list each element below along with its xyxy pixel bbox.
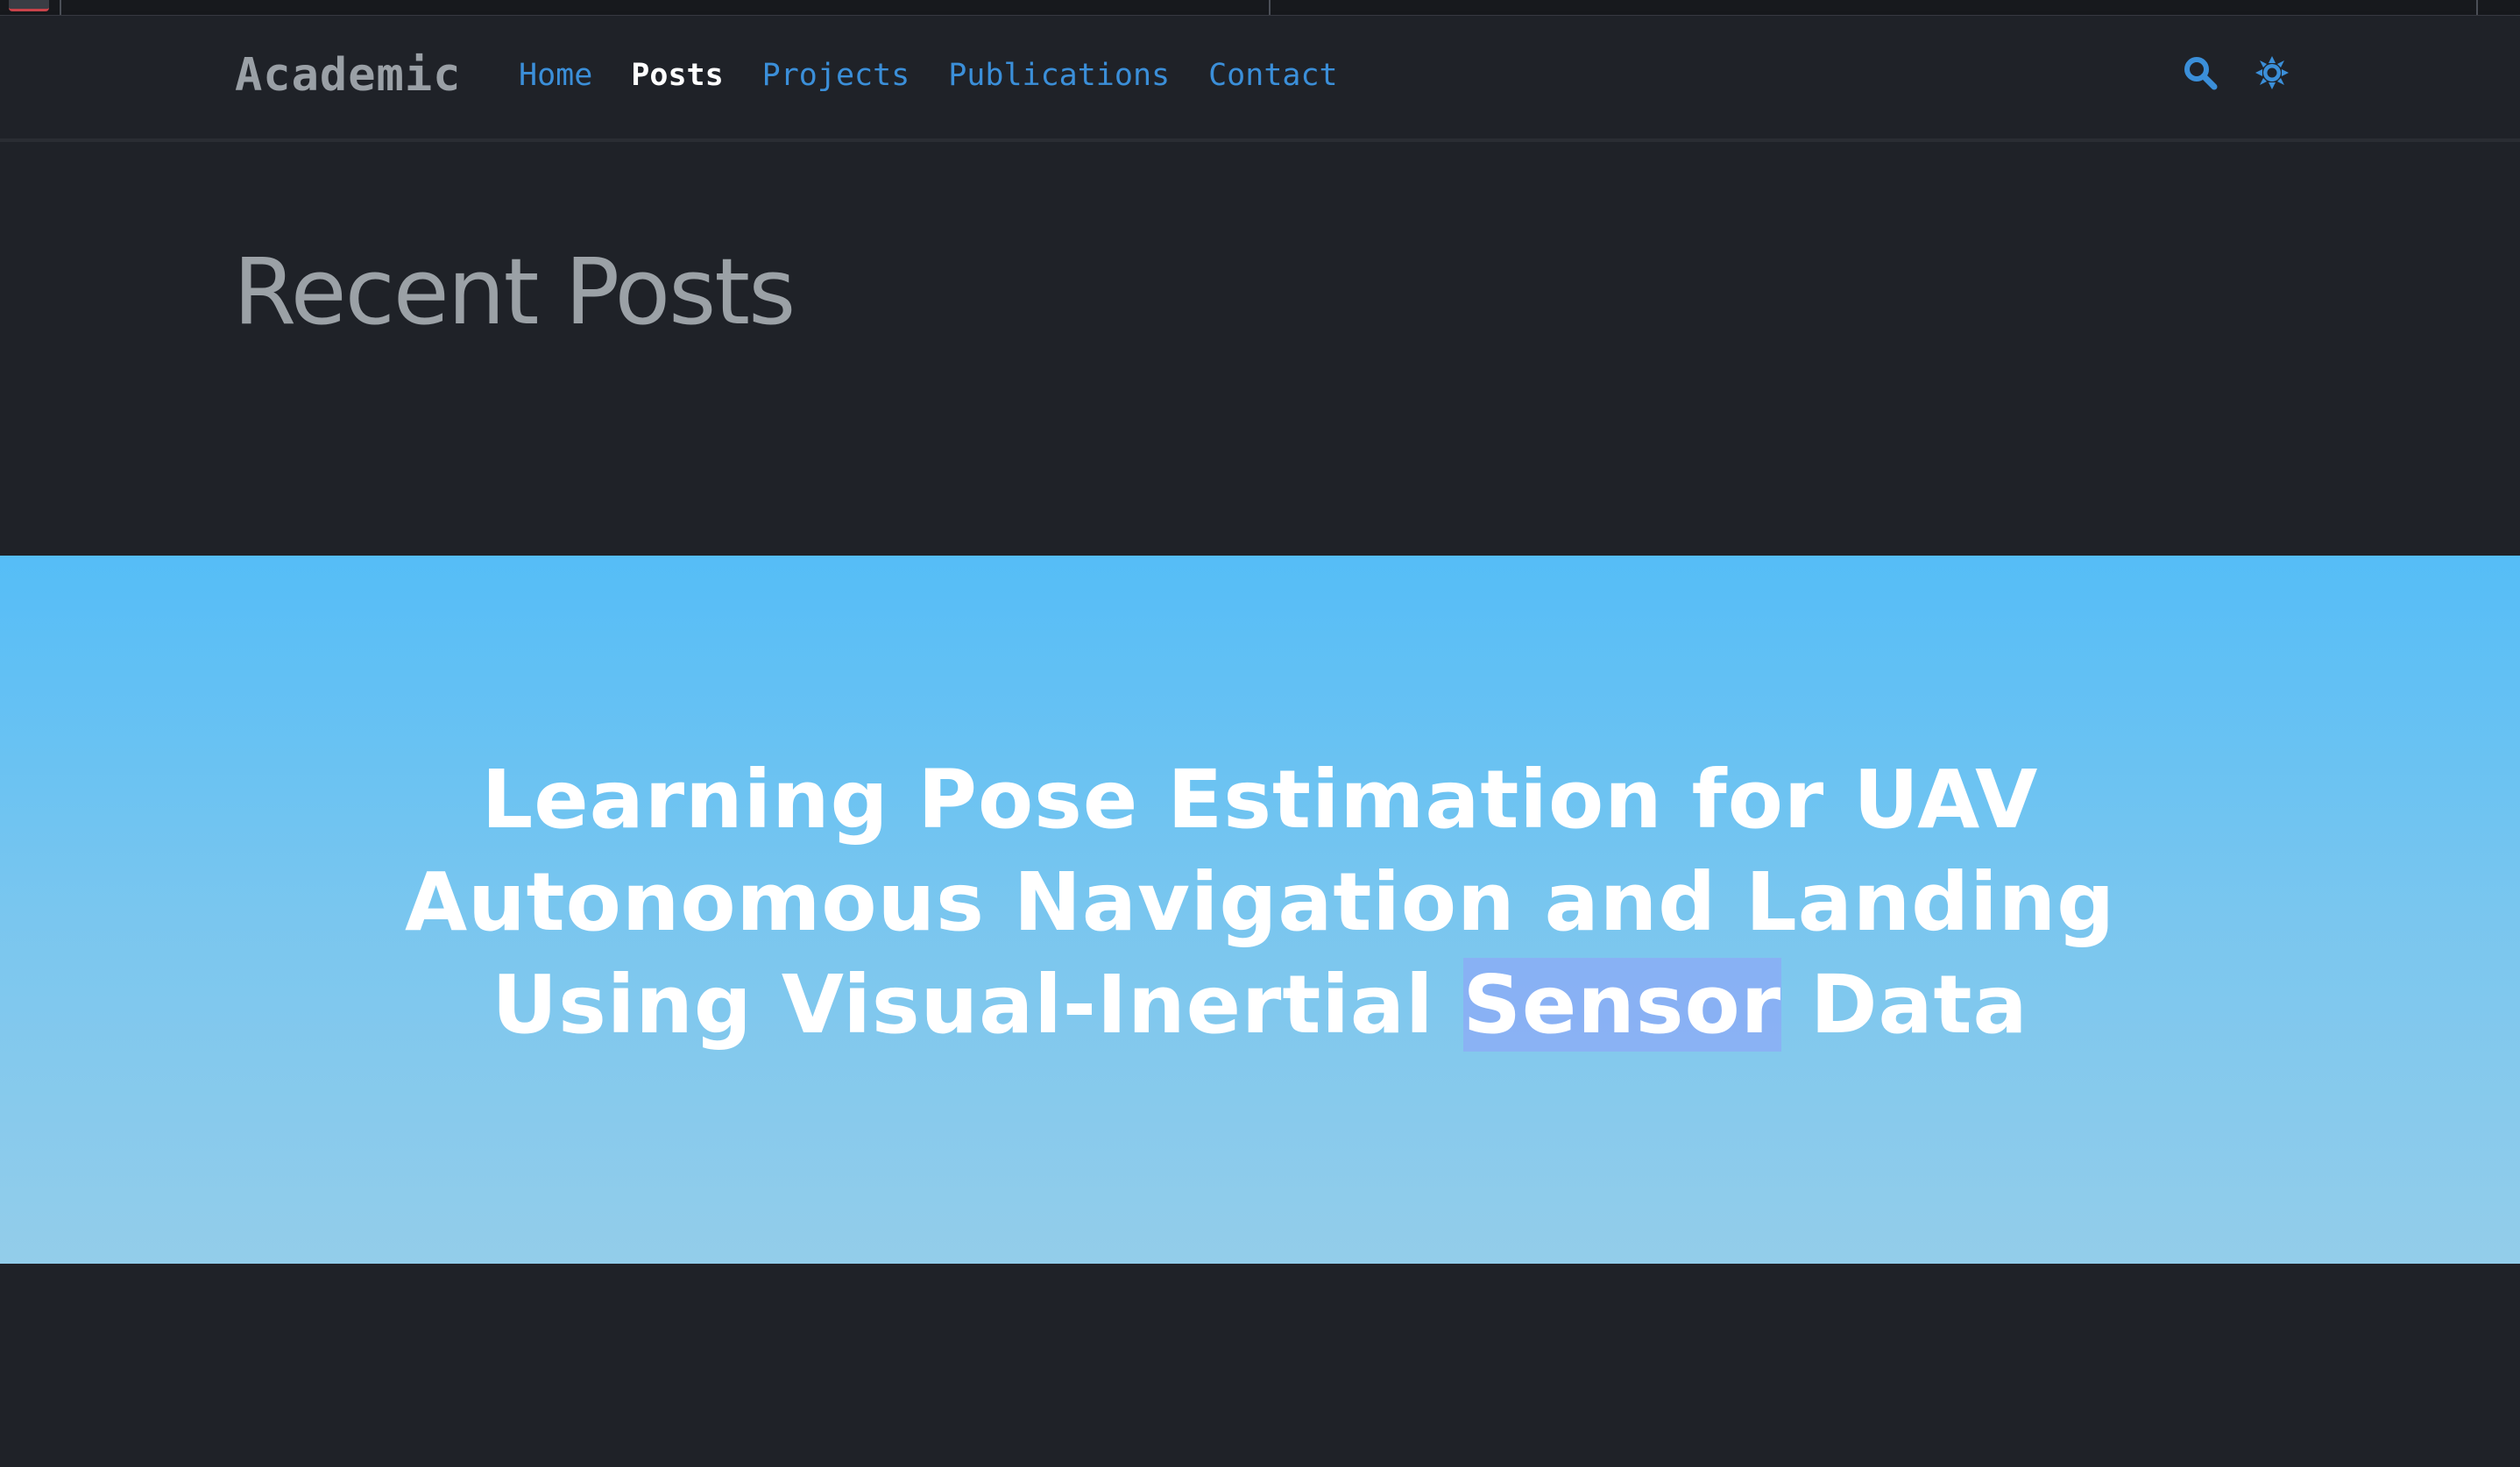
favicon-icon	[9, 0, 49, 11]
nav-link-contact[interactable]: Contact	[1208, 58, 1338, 93]
tab-divider	[60, 0, 61, 15]
page-header: Recent Posts	[0, 142, 2520, 556]
site-brand[interactable]: Academic	[235, 49, 461, 102]
selected-text-highlight: Sensor	[1462, 958, 1782, 1052]
nav-links: Home Posts Projects Publications Contact	[519, 58, 1377, 93]
content-area	[0, 1264, 2520, 1467]
search-icon[interactable]	[2182, 54, 2219, 91]
nav-link-posts[interactable]: Posts	[631, 58, 723, 93]
tab-divider	[2476, 0, 2478, 15]
tab-divider	[1269, 0, 1271, 15]
nav-link-home[interactable]: Home	[519, 58, 592, 93]
nav-link-publications[interactable]: Publications	[948, 58, 1170, 93]
featured-post-title[interactable]: Learning Pose Estimation for UAV Autonom…	[263, 748, 2257, 1056]
featured-post-hero[interactable]: Learning Pose Estimation for UAV Autonom…	[0, 556, 2520, 1264]
nav-link-projects[interactable]: Projects	[762, 58, 910, 93]
browser-top-strip	[0, 0, 2520, 16]
featured-post-title-text-end: Data	[1781, 958, 2028, 1052]
nav-icons	[2182, 54, 2290, 91]
page-title: Recent Posts	[233, 238, 796, 345]
theme-toggle-icon[interactable]	[2254, 54, 2290, 91]
navbar: Academic Home Posts Projects Publication…	[0, 16, 2520, 142]
